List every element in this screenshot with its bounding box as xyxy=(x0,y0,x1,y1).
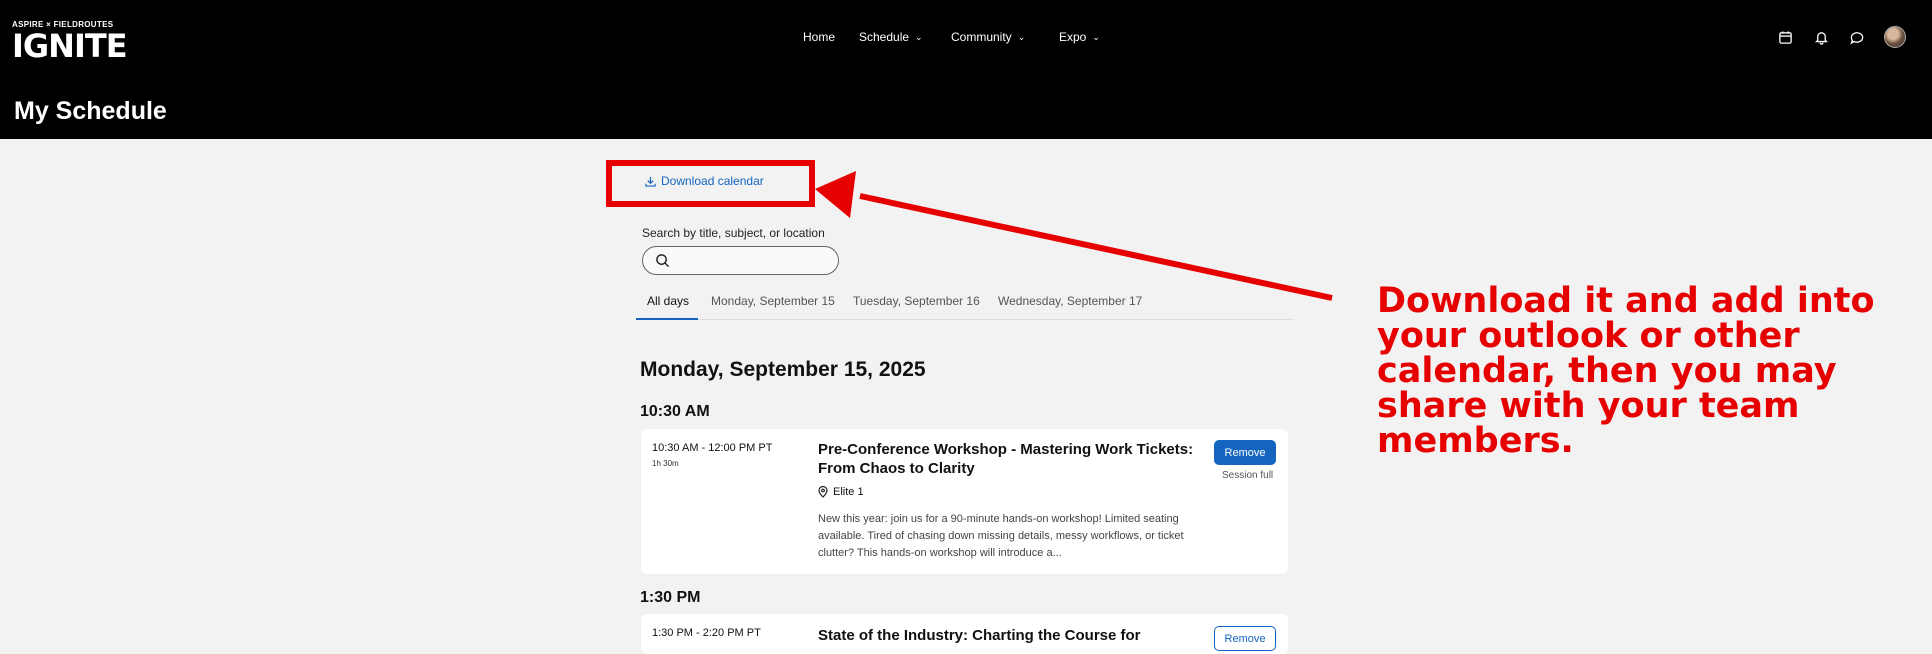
nav-expo-label: Expo xyxy=(1059,30,1087,44)
nav-home[interactable]: Home xyxy=(803,30,835,44)
active-tab-indicator xyxy=(636,318,698,320)
search-icon xyxy=(656,254,670,268)
session-title[interactable]: Pre-Conference Workshop - Mastering Work… xyxy=(818,440,1198,478)
session-time: 10:30 AM - 12:00 PM PT xyxy=(652,442,773,454)
session-location: Elite 1 xyxy=(818,486,864,498)
session-card[interactable]: 1:30 PM - 2:20 PM PT State of the Indust… xyxy=(641,614,1288,654)
nav-schedule[interactable]: Schedule ⌄ xyxy=(859,30,923,44)
remove-button[interactable]: Remove xyxy=(1214,626,1276,651)
session-description: New this year: join us for a 90-minute h… xyxy=(818,513,1184,559)
session-time: 1:30 PM - 2:20 PM PT xyxy=(652,627,761,639)
nav-home-label: Home xyxy=(803,30,836,44)
top-header: ASPIRE × FIELDROUTES IGNITE Home Schedul… xyxy=(0,0,1932,139)
search-label: Search by title, subject, or location xyxy=(642,226,825,240)
nav-schedule-label: Schedule xyxy=(859,30,910,44)
highlight-box xyxy=(606,160,815,207)
day-tabs: All days Monday, September 15 Tuesday, S… xyxy=(636,290,1294,320)
remove-button[interactable]: Remove xyxy=(1214,440,1276,465)
nav-community-label: Community xyxy=(951,30,1012,44)
tab-all-days[interactable]: All days xyxy=(647,294,689,308)
tab-tuesday[interactable]: Tuesday, September 16 xyxy=(853,294,980,308)
session-status: Session full xyxy=(1222,470,1274,481)
main-nav: Home Schedule ⌄ Community ⌄ Expo ⌄ xyxy=(0,30,1932,50)
chat-icon[interactable] xyxy=(1848,28,1866,46)
location-pin-icon xyxy=(818,486,828,498)
search-input[interactable] xyxy=(642,246,839,275)
tab-wednesday[interactable]: Wednesday, September 17 xyxy=(998,294,1142,308)
avatar[interactable] xyxy=(1884,26,1906,48)
session-location-label: Elite 1 xyxy=(833,486,864,498)
tab-monday[interactable]: Monday, September 15 xyxy=(711,294,835,308)
nav-community[interactable]: Community ⌄ xyxy=(951,30,1025,44)
chevron-down-icon: ⌄ xyxy=(1092,32,1100,42)
header-actions xyxy=(1776,26,1906,48)
time-heading: 10:30 AM xyxy=(640,403,710,420)
chevron-down-icon: ⌄ xyxy=(1017,32,1026,42)
bell-icon[interactable] xyxy=(1812,28,1830,46)
time-heading: 1:30 PM xyxy=(640,589,701,606)
page-title: My Schedule xyxy=(14,97,167,125)
session-title[interactable]: State of the Industry: Charting the Cour… xyxy=(818,626,1198,645)
chevron-down-icon: ⌄ xyxy=(915,32,923,42)
session-duration: 1h 30m xyxy=(652,459,679,468)
nav-expo[interactable]: Expo ⌄ xyxy=(1059,30,1100,44)
day-heading: Monday, September 15, 2025 xyxy=(640,358,926,381)
calendar-icon[interactable] xyxy=(1776,28,1794,46)
session-card[interactable]: 10:30 AM - 12:00 PM PT 1h 30m Pre-Confer… xyxy=(641,429,1288,574)
annotation-text: Download it and add into your outlook or… xyxy=(1377,281,1875,461)
